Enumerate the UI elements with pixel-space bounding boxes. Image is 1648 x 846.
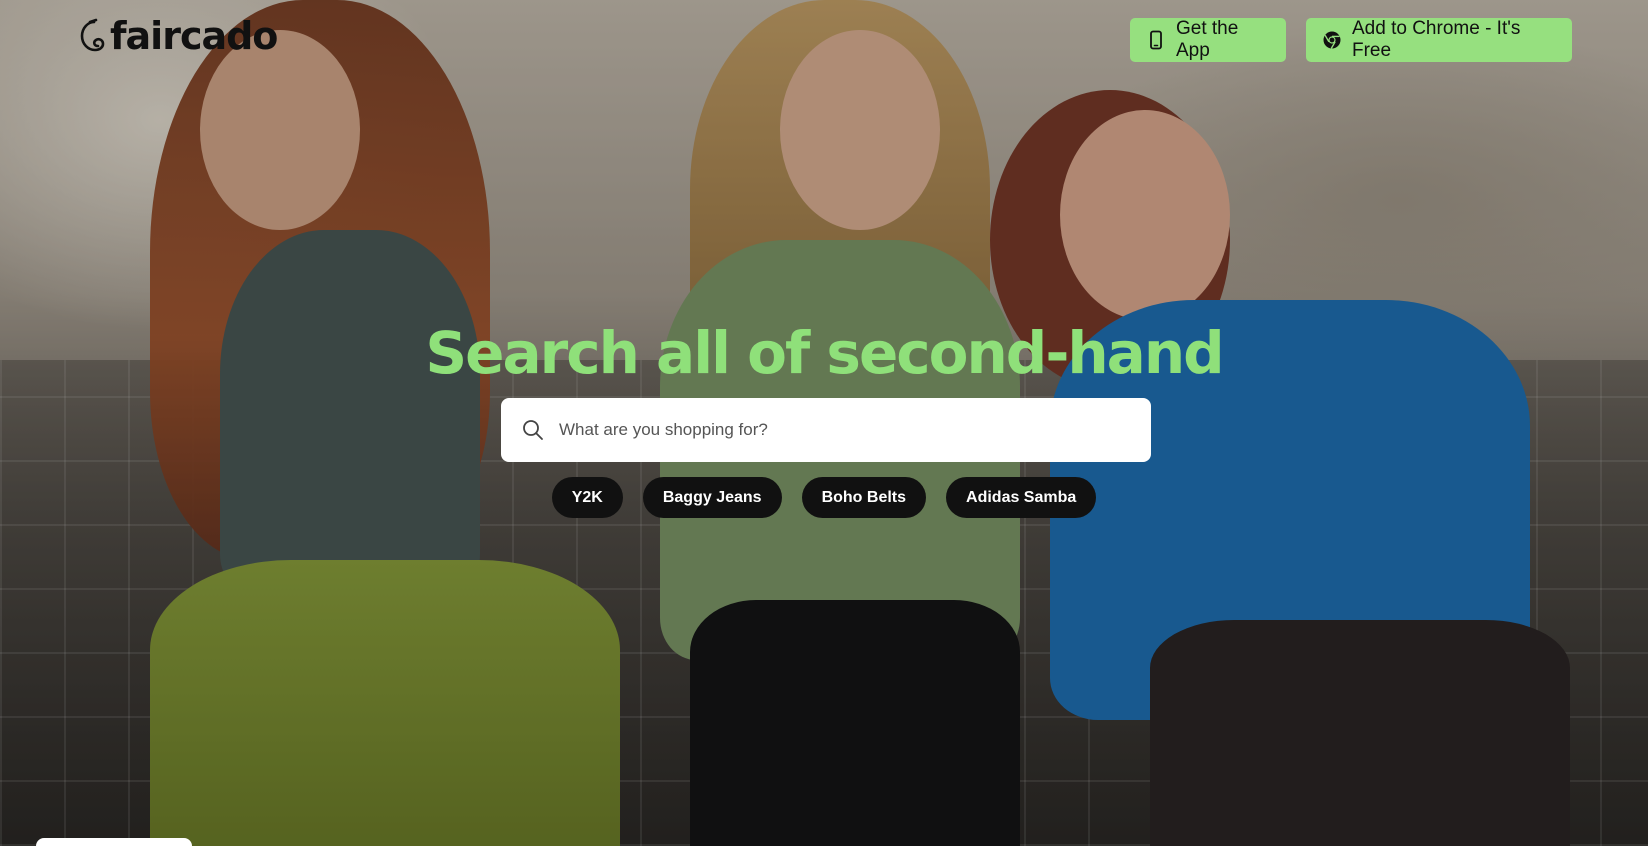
get-the-app-button[interactable]: Get the App <box>1130 18 1286 62</box>
add-to-chrome-button[interactable]: Add to Chrome - It's Free <box>1306 18 1572 62</box>
faircado-swirl-icon <box>80 18 105 52</box>
logo-wordmark: faircado <box>110 14 278 58</box>
bottom-card-edge <box>36 838 192 846</box>
smartphone-icon <box>1150 30 1162 50</box>
search-icon <box>523 420 543 440</box>
suggestion-chip-baggy-jeans[interactable]: Baggy Jeans <box>642 477 782 518</box>
get-the-app-label: Get the App <box>1176 18 1239 61</box>
search-bar[interactable] <box>501 398 1151 462</box>
suggestion-chip-y2k[interactable]: Y2K <box>551 477 623 518</box>
hero-headline: Search all of second-hand <box>425 319 1224 387</box>
chrome-icon <box>1323 31 1341 49</box>
search-input[interactable] <box>557 419 1121 441</box>
suggestion-chip-adidas-samba[interactable]: Adidas Samba <box>946 477 1097 518</box>
hero-section: faircado Get the App Add to Chrome - It'… <box>0 0 1648 846</box>
add-to-chrome-label: Add to Chrome - It's Free <box>1352 18 1521 61</box>
site-logo[interactable]: faircado <box>78 14 278 58</box>
suggestion-chip-boho-belts[interactable]: Boho Belts <box>801 477 927 518</box>
search-suggestions: Y2K Baggy Jeans Boho Belts Adidas Samba <box>0 477 1648 518</box>
